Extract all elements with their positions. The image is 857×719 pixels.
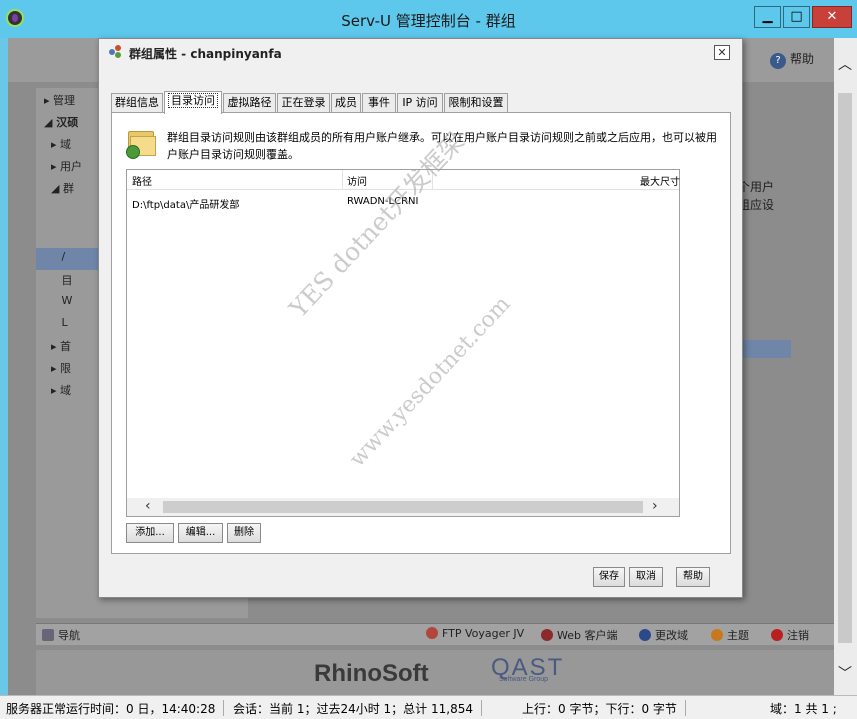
status-domains: 域：1 共 1 ; — [770, 702, 837, 716]
tree-item[interactable]: ▸ 域 — [44, 136, 71, 158]
help-icon: ? — [769, 53, 786, 69]
logout-link[interactable]: 注销 — [771, 627, 809, 643]
help-button[interactable]: 帮助 — [676, 567, 710, 587]
tab-events[interactable]: 事件 — [362, 93, 396, 113]
status-transfer: 上行：0 字节；下行：0 字节 — [522, 700, 686, 716]
tab-members[interactable]: 成员 — [331, 93, 361, 113]
theme-icon — [711, 629, 723, 641]
tab-limits-settings[interactable]: 限制和设置 — [444, 93, 508, 113]
tree-item[interactable]: ◢ 汉硕 — [44, 114, 78, 136]
scroll-up-icon[interactable]: ︿ — [838, 54, 852, 74]
dialog-title: 群组属性 - chanpinyanfa — [129, 47, 282, 61]
column-max-size[interactable]: 最大尺寸 — [640, 173, 680, 188]
panel-description: 群组目录访问规则由该群组成员的所有用户账户继承。可以在用户账户目录访问规则之前或… — [167, 131, 717, 161]
tree-item[interactable]: W — [44, 294, 72, 316]
grid-icon — [42, 629, 54, 641]
group-properties-dialog: 群组属性 - chanpinyanfa ✕ 群组信息 目录访问 虚拟路径 正在登… — [98, 38, 743, 598]
background-selection — [743, 340, 791, 358]
tree-item[interactable]: ◢ 群 — [44, 180, 74, 202]
directory-access-list[interactable]: 路径 访问 最大尺寸 D:\ftp\data\产品研发部 RWADN-LCRNI… — [126, 169, 680, 517]
tree-item[interactable]: L — [44, 316, 67, 338]
tree-item[interactable]: ▸ 域 — [44, 382, 71, 404]
change-domain-icon — [639, 629, 651, 641]
scroll-down-icon[interactable]: ﹀ — [838, 663, 852, 683]
scroll-left-icon[interactable]: ‹ — [145, 498, 151, 514]
tree-item[interactable]: / — [44, 250, 65, 272]
web-client-link[interactable]: Web 客户端 — [541, 627, 617, 643]
help-link[interactable]: ? 帮助 — [769, 50, 814, 69]
vertical-scrollbar[interactable]: ︿ ﹀ — [834, 38, 857, 695]
add-button[interactable]: 添加... — [126, 523, 174, 543]
status-bar: 服务器正常运行时间：0 日，14:40:28 会话：当前 1；过去24小时 1；… — [0, 695, 857, 719]
status-uptime: 服务器正常运行时间：0 日，14:40:28 — [6, 700, 225, 716]
column-access[interactable]: 访问 — [347, 173, 367, 188]
change-domain-link[interactable]: 更改域 — [639, 627, 688, 643]
scroll-thumb[interactable] — [838, 93, 852, 643]
delete-button[interactable]: 删除 — [227, 523, 261, 543]
tree-item[interactable]: ▸ 管理 — [44, 92, 75, 114]
list-header: 路径 访问 最大尺寸 — [127, 170, 680, 190]
background-description: 个用户 组应设 — [738, 180, 775, 212]
minimize-button[interactable]: ▁ — [754, 6, 781, 28]
tab-directory-access[interactable]: 目录访问 — [164, 91, 222, 114]
directory-access-panel: 群组目录访问规则由该群组成员的所有用户账户继承。可以在用户账户目录访问规则之前或… — [111, 112, 731, 554]
column-separator — [432, 170, 433, 190]
dialog-close-button[interactable]: ✕ — [714, 45, 730, 60]
row-access: RWADN-LCRNI — [347, 196, 419, 207]
dialog-titlebar: 群组属性 - chanpinyanfa ✕ — [99, 39, 742, 67]
scroll-right-icon[interactable]: › — [652, 498, 658, 514]
power-icon — [771, 629, 783, 641]
edit-button[interactable]: 编辑... — [178, 523, 223, 543]
qast-logo: QAST Software Group — [491, 654, 565, 683]
key-icon — [126, 145, 140, 159]
web-client-icon — [541, 629, 553, 641]
column-path[interactable]: 路径 — [132, 173, 152, 188]
table-row[interactable]: D:\ftp\data\产品研发部 RWADN-LCRNI — [127, 194, 679, 212]
theme-link[interactable]: 主题 — [711, 627, 749, 643]
nav-button[interactable]: 导航 — [42, 627, 80, 643]
help-label: 帮助 — [789, 52, 814, 66]
tree-item[interactable]: ▸ 限 — [44, 360, 71, 382]
status-sessions: 会话：当前 1；过去24小时 1；总计 11,854 — [233, 700, 482, 716]
tree-item[interactable]: 目 — [44, 272, 72, 294]
folder-icon — [126, 129, 158, 159]
close-window-button[interactable]: ✕ — [812, 6, 852, 28]
footer-logos: RhinoSoft QAST Software Group — [36, 650, 834, 695]
tree-item[interactable]: ▸ 用户 — [44, 158, 82, 180]
horizontal-scrollbar[interactable]: ‹ › — [127, 498, 679, 516]
save-button[interactable]: 保存 — [593, 567, 625, 587]
row-path: D:\ftp\data\产品研发部 — [132, 200, 240, 211]
window-titlebar: Serv-U 管理控制台 - 群组 ▁ □ ✕ — [0, 0, 857, 38]
horizontal-scroll-thumb[interactable] — [163, 501, 643, 513]
ftp-voyager-link[interactable]: FTP Voyager JV — [426, 627, 524, 640]
maximize-button[interactable]: □ — [783, 6, 810, 28]
cancel-button[interactable]: 取消 — [629, 567, 663, 587]
window-title: Serv-U 管理控制台 - 群组 — [341, 12, 516, 30]
console-bottom-bar: 导航 FTP Voyager JV Web 客户端 更改域 主题 注销 — [36, 623, 834, 645]
group-icon — [109, 45, 123, 59]
tab-ip-access[interactable]: IP 访问 — [397, 93, 443, 113]
rhinosoft-logo: RhinoSoft — [314, 660, 429, 687]
tree-item[interactable]: ▸ 首 — [44, 338, 71, 360]
column-separator — [342, 170, 343, 190]
tab-logging-in[interactable]: 正在登录 — [277, 93, 330, 113]
tab-group-info[interactable]: 群组信息 — [111, 93, 163, 113]
tab-virtual-paths[interactable]: 虚拟路径 — [223, 93, 276, 113]
ftp-voyager-icon — [426, 627, 438, 639]
